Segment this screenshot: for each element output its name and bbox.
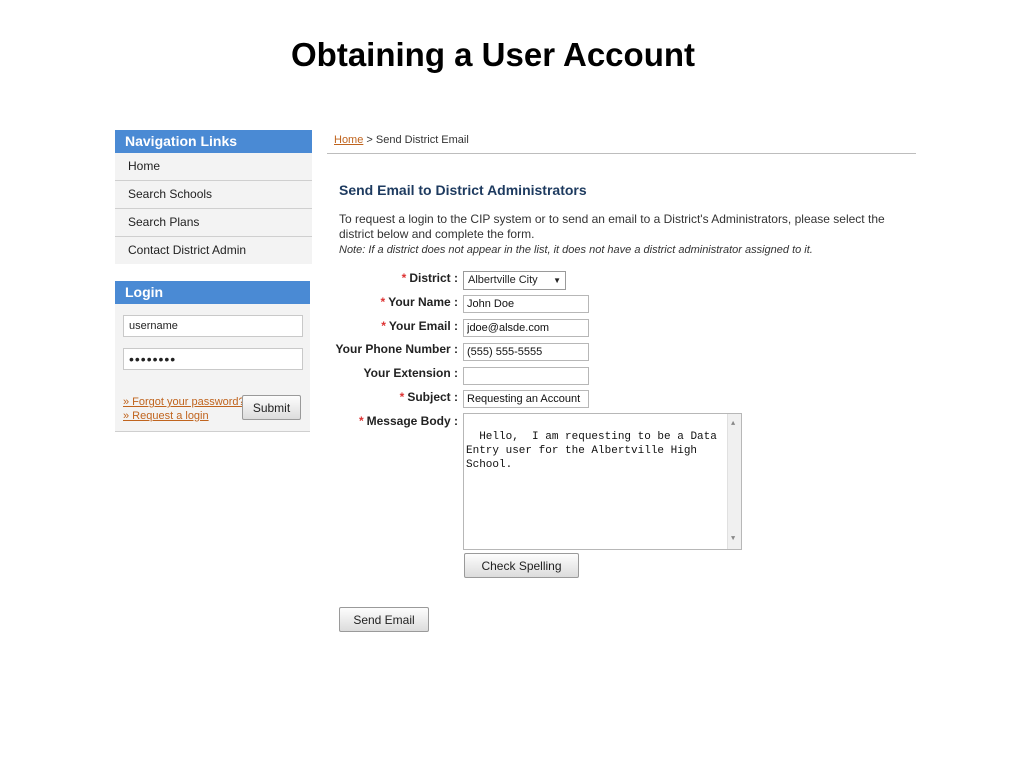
textarea-scrollbar[interactable]: ▲ ▼ xyxy=(727,414,741,549)
message-label: * Message Body : xyxy=(358,414,458,428)
scroll-up-icon[interactable]: ▲ xyxy=(731,417,735,431)
required-marker: * xyxy=(381,319,386,333)
request-login-link[interactable]: » Request a login xyxy=(123,409,245,423)
send-email-button[interactable]: Send Email xyxy=(339,607,429,632)
breadcrumb-home-link[interactable]: Home xyxy=(334,134,363,146)
required-marker: * xyxy=(401,271,407,285)
district-select[interactable]: Albertville City ▼ xyxy=(463,271,566,290)
breadcrumb: Home > Send District Email xyxy=(334,134,469,146)
login-panel: Login » Forgot your password? » Request … xyxy=(115,281,310,432)
nav-item-contact-district-admin[interactable]: Contact District Admin xyxy=(115,237,312,264)
login-submit-button[interactable]: Submit xyxy=(242,395,301,420)
required-marker: * xyxy=(399,390,405,404)
chevron-down-icon: ▼ xyxy=(553,276,561,285)
message-body-textarea[interactable]: Hello, I am requesting to be a Data Entr… xyxy=(463,413,742,550)
name-input[interactable] xyxy=(463,295,589,313)
slide-title: Obtaining a User Account xyxy=(291,36,695,73)
message-body-text: Hello, I am requesting to be a Data Entr… xyxy=(466,431,717,471)
page-heading: Send Email to District Administrators xyxy=(339,182,587,198)
phone-input[interactable] xyxy=(463,343,589,361)
login-links: » Forgot your password? » Request a logi… xyxy=(123,395,245,423)
extension-label: Your Extension : xyxy=(363,366,458,380)
forgot-password-link[interactable]: » Forgot your password? xyxy=(123,395,245,409)
password-input[interactable] xyxy=(123,348,303,370)
login-header: Login xyxy=(115,281,310,304)
subject-label: * Subject : xyxy=(399,390,458,404)
breadcrumb-current: Send District Email xyxy=(375,134,469,146)
extension-input[interactable] xyxy=(463,367,589,385)
subject-input[interactable] xyxy=(463,390,589,408)
nav-item-search-schools[interactable]: Search Schools xyxy=(115,181,312,209)
scroll-down-icon[interactable]: ▼ xyxy=(731,532,735,546)
breadcrumb-separator: > xyxy=(363,134,376,146)
email-input[interactable] xyxy=(463,319,589,337)
nav-item-home[interactable]: Home xyxy=(115,153,312,181)
navigation-panel: Navigation Links Home Search Schools Sea… xyxy=(115,130,312,264)
district-label: * District : xyxy=(401,271,458,285)
note-text: Note: If a district does not appear in t… xyxy=(339,244,813,256)
phone-label: Your Phone Number : xyxy=(335,342,458,356)
intro-text: To request a login to the CIP system or … xyxy=(339,212,885,241)
check-spelling-button[interactable]: Check Spelling xyxy=(464,553,579,578)
nav-item-search-plans[interactable]: Search Plans xyxy=(115,209,312,237)
username-input[interactable] xyxy=(123,315,303,337)
email-label: * Your Email : xyxy=(381,319,458,333)
required-marker: * xyxy=(380,295,386,309)
district-selected-value: Albertville City xyxy=(468,274,538,286)
name-label: * Your Name : xyxy=(380,295,458,309)
navigation-header: Navigation Links xyxy=(115,130,312,153)
required-marker: * xyxy=(358,414,364,428)
breadcrumb-divider xyxy=(327,153,916,154)
